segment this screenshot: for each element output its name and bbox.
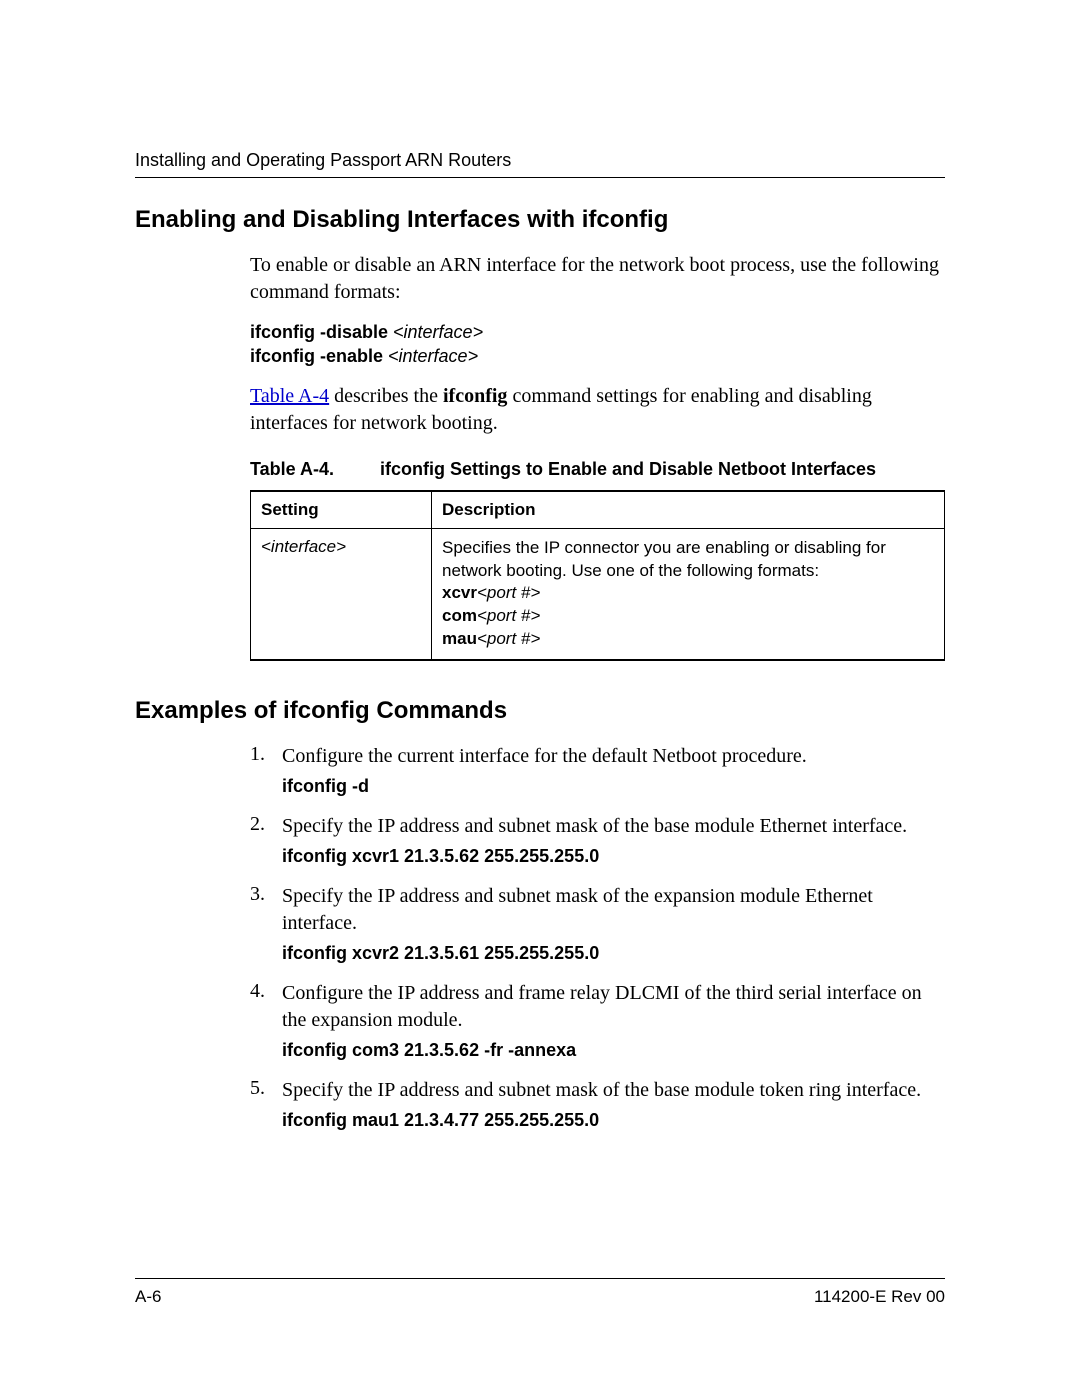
example-command: ifconfig mau1 21.3.4.77 255.255.255.0 [282,1110,945,1131]
list-item: 4. Configure the IP address and frame re… [250,980,945,1067]
example-text: Specify the IP address and subnet mask o… [282,813,945,840]
section-heading-examples: Examples of ifconfig Commands [135,697,945,725]
section1-body: To enable or disable an ARN interface fo… [250,252,945,661]
item-number: 4. [250,980,282,1067]
example-text: Configure the current interface for the … [282,743,945,770]
footer-rule [135,1278,945,1279]
list-item: 2. Specify the IP address and subnet mas… [250,813,945,873]
cmd-enable-arg: <interface> [388,346,478,366]
fmt-xcvr-ital: <port #> [477,583,540,602]
examples-list: 1. Configure the current interface for t… [250,743,945,1137]
page-number: A-6 [135,1287,161,1307]
xref-after-1: describes the [329,385,443,407]
example-text: Configure the IP address and frame relay… [282,980,945,1034]
cmd-disable-arg: <interface> [393,322,483,342]
example-text: Specify the IP address and subnet mask o… [282,1077,945,1104]
col-header-setting: Setting [251,491,432,529]
header-rule [135,177,945,178]
list-item: 3. Specify the IP address and subnet mas… [250,883,945,970]
cmd-enable-keyword: ifconfig -enable [250,346,388,366]
example-command: ifconfig -d [282,776,945,797]
cell-description: Specifies the IP connector you are enabl… [432,528,945,660]
command-syntax-block: ifconfig -disable <interface> ifconfig -… [250,320,945,369]
fmt-com-bold: com [442,606,477,625]
item-number: 3. [250,883,282,970]
item-number: 1. [250,743,282,803]
doc-id: 114200-E Rev 00 [814,1287,945,1307]
page: Installing and Operating Passport ARN Ro… [0,0,1080,1397]
example-command: ifconfig com3 21.3.5.62 -fr -annexa [282,1040,945,1061]
page-footer: A-6 114200-E Rev 00 [135,1278,945,1307]
setting-value: <interface> [261,537,346,556]
fmt-xcvr-bold: xcvr [442,583,477,602]
settings-table: Setting Description <interface> Specifie… [250,490,945,662]
intro-paragraph: To enable or disable an ARN interface fo… [250,252,945,306]
section-heading-enabling: Enabling and Disabling Interfaces with i… [135,206,945,234]
cmd-disable-keyword: ifconfig -disable [250,322,393,342]
list-item: 1. Configure the current interface for t… [250,743,945,803]
table-title: ifconfig Settings to Enable and Disable … [380,459,876,479]
item-number: 2. [250,813,282,873]
example-command: ifconfig xcvr1 21.3.5.62 255.255.255.0 [282,846,945,867]
item-number: 5. [250,1077,282,1137]
cell-setting: <interface> [251,528,432,660]
fmt-mau-ital: <port #> [477,629,540,648]
list-item: 5. Specify the IP address and subnet mas… [250,1077,945,1137]
table-row: <interface> Specifies the IP connector y… [251,528,945,660]
col-header-description: Description [432,491,945,529]
running-header: Installing and Operating Passport ARN Ro… [135,150,945,171]
desc-text: Specifies the IP connector you are enabl… [442,537,934,583]
fmt-mau-bold: mau [442,629,477,648]
table-xref-link[interactable]: Table A-4 [250,385,329,407]
example-command: ifconfig xcvr2 21.3.5.61 255.255.255.0 [282,943,945,964]
xref-bold-term: ifconfig [443,385,507,407]
table-label: Table A-4. [250,459,380,480]
section2-body: 1. Configure the current interface for t… [250,743,945,1137]
table-header-row: Setting Description [251,491,945,529]
fmt-com-ital: <port #> [477,606,540,625]
xref-paragraph: Table A-4 describes the ifconfig command… [250,383,945,437]
table-caption: Table A-4.ifconfig Settings to Enable an… [250,459,945,480]
example-text: Specify the IP address and subnet mask o… [282,883,945,937]
